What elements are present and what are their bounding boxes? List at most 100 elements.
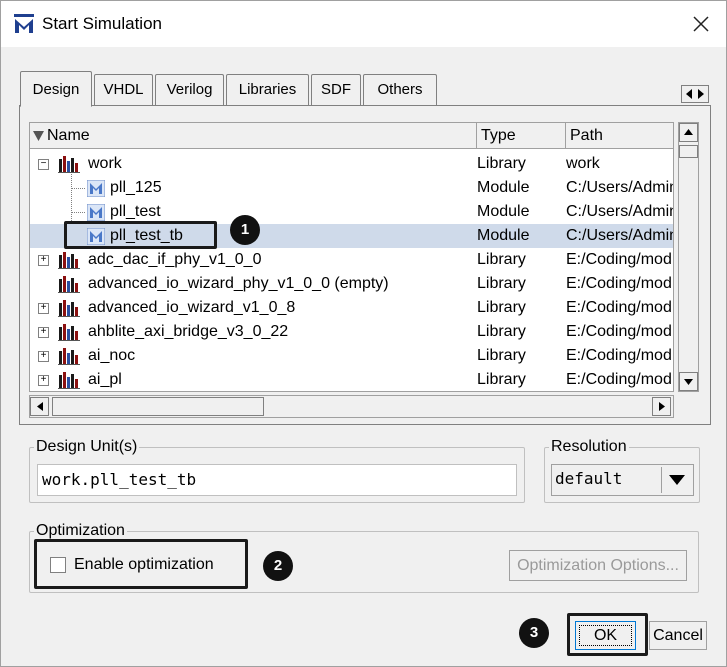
arrow-down-icon [684,379,693,385]
design-tree[interactable]: Name Type Path − work Library work pll_125 Mo… [29,122,674,392]
optimization-label: Optimization [34,522,127,540]
vertical-scroll-thumb[interactable] [679,145,698,158]
tree-row-name: advanced_io_wizard_phy_v1_0_0 (empty) [88,275,389,292]
tree-row-path: E:/Coding/mod [566,299,672,316]
tab-libraries[interactable]: Libraries [226,74,309,105]
module-icon [86,203,106,222]
tree-row-name: ahblite_axi_bridge_v3_0_22 [88,323,289,340]
tree-row-type: Library [477,251,526,268]
tree-row-path: E:/Coding/mod [566,275,672,292]
tree-row-path: E:/Coding/mod [566,347,672,364]
scroll-left-button[interactable] [30,397,49,416]
tree-row-type: Library [477,275,526,292]
sort-down-icon [33,131,44,141]
optimization-options-button[interactable]: Optimization Options... [509,550,687,581]
annotation-badge-2: 2 [263,551,293,581]
tab-others[interactable]: Others [363,74,437,105]
tree-row-name: work [88,155,122,172]
tree-row[interactable]: + ai_pl Library E:/Coding/mod [30,368,673,391]
column-header-type[interactable]: Type [477,123,566,149]
tree-row-type: Library [477,155,526,172]
annotation-badge-3: 3 [519,618,549,648]
tree-row-name: adc_dac_if_phy_v1_0_0 [88,251,262,268]
library-icon [58,276,80,293]
tab-design[interactable]: Design [20,71,92,107]
tree-row-path: E:/Coding/mod [566,371,672,388]
column-header-name[interactable]: Name [30,123,477,149]
resolution-select[interactable]: default [551,464,694,496]
tree-row[interactable]: + advanced_io_wizard_v1_0_8 Library E:/Codi… [30,296,673,320]
collapse-icon[interactable]: − [38,159,49,170]
library-icon [58,300,80,317]
scroll-right-button[interactable] [652,397,671,416]
ok-button-label: OK [578,625,633,646]
modelsim-logo-icon [14,14,34,33]
tab-sdf[interactable]: SDF [311,74,361,105]
tree-row-path: C:/Users/Admin [566,179,674,196]
tree-row[interactable]: + ahblite_axi_bridge_v3_0_22 Library E:/Cod… [30,320,673,344]
expand-icon[interactable]: + [38,303,49,314]
tab-scroll-left-icon[interactable] [685,89,693,99]
annotation-badge-1: 1 [230,215,260,245]
tree-row-type: Library [477,347,526,364]
tree-row[interactable]: + adc_dac_if_phy_v1_0_0 Library E:/Coding/m… [30,248,673,272]
enable-optimization-checkbox[interactable] [50,557,66,573]
enable-optimization-label[interactable]: Enable optimization [74,556,214,574]
tree-row[interactable]: pll_test_tb Module C:/Users/Admin [30,224,673,248]
design-unit-input[interactable]: work.pll_test_tb [37,464,517,496]
close-icon[interactable] [690,13,712,35]
tree-horizontal-scrollbar[interactable] [29,395,674,418]
tree-row-name: pll_test_tb [110,227,183,244]
tree-row-path: C:/Users/Admin [566,203,674,220]
dropdown-arrow-icon [669,475,685,485]
arrow-right-icon [659,402,665,411]
design-unit-label: Design Unit(s) [34,438,140,456]
module-icon [86,227,106,246]
tree-vertical-scrollbar[interactable] [678,122,699,392]
resolution-dropdown-button[interactable] [661,467,691,493]
tab-scroll-buttons[interactable] [681,85,709,103]
tree-row-type: Module [477,179,530,196]
module-icon [86,179,106,198]
column-header-path[interactable]: Path [566,123,673,149]
library-icon [58,372,80,389]
expand-icon[interactable]: + [38,351,49,362]
tree-row-type: Library [477,371,526,388]
tree-row-path: C:/Users/Admin [566,227,674,244]
tree-row[interactable]: − work Library work [30,152,673,176]
start-simulation-dialog: Start Simulation Design VHDL Verilog Lib… [0,0,727,667]
tree-row-name: pll_125 [110,179,162,196]
ok-button[interactable]: OK [575,621,636,650]
tab-scroll-right-icon[interactable] [697,89,705,99]
tree-row[interactable]: pll_125 Module C:/Users/Admin [30,176,673,200]
scroll-down-button[interactable] [679,372,698,391]
library-icon [58,348,80,365]
tree-row-name: pll_test [110,203,161,220]
window-title: Start Simulation [42,14,162,33]
expand-icon[interactable]: + [38,255,49,266]
cancel-button[interactable]: Cancel [649,621,707,650]
tree-row-type: Module [477,203,530,220]
horizontal-scroll-thumb[interactable] [52,397,264,416]
title-bar: Start Simulation [1,1,726,47]
tree-row[interactable]: + ai_noc Library E:/Coding/mod [30,344,673,368]
tree-row-type: Module [477,227,530,244]
tree-row-path: E:/Coding/mod [566,323,672,340]
scroll-up-button[interactable] [679,123,698,142]
tab-vhdl[interactable]: VHDL [94,74,153,105]
tree-row-type: Library [477,299,526,316]
tab-verilog[interactable]: Verilog [155,74,224,105]
tree-row-name: ai_pl [88,371,122,388]
arrow-up-icon [684,129,693,135]
tree-row-path: E:/Coding/mod [566,251,672,268]
expand-icon[interactable]: + [38,327,49,338]
tree-row-type: Library [477,323,526,340]
tree-row[interactable]: pll_test Module C:/Users/Admin [30,200,673,224]
resolution-value: default [555,469,623,488]
tree-row-path: work [566,155,600,172]
arrow-left-icon [37,402,43,411]
resolution-label: Resolution [549,438,629,456]
expand-icon[interactable]: + [38,375,49,386]
tree-row[interactable]: advanced_io_wizard_phy_v1_0_0 (empty) Lib… [30,272,673,296]
tree-row-name: advanced_io_wizard_v1_0_8 [88,299,296,316]
